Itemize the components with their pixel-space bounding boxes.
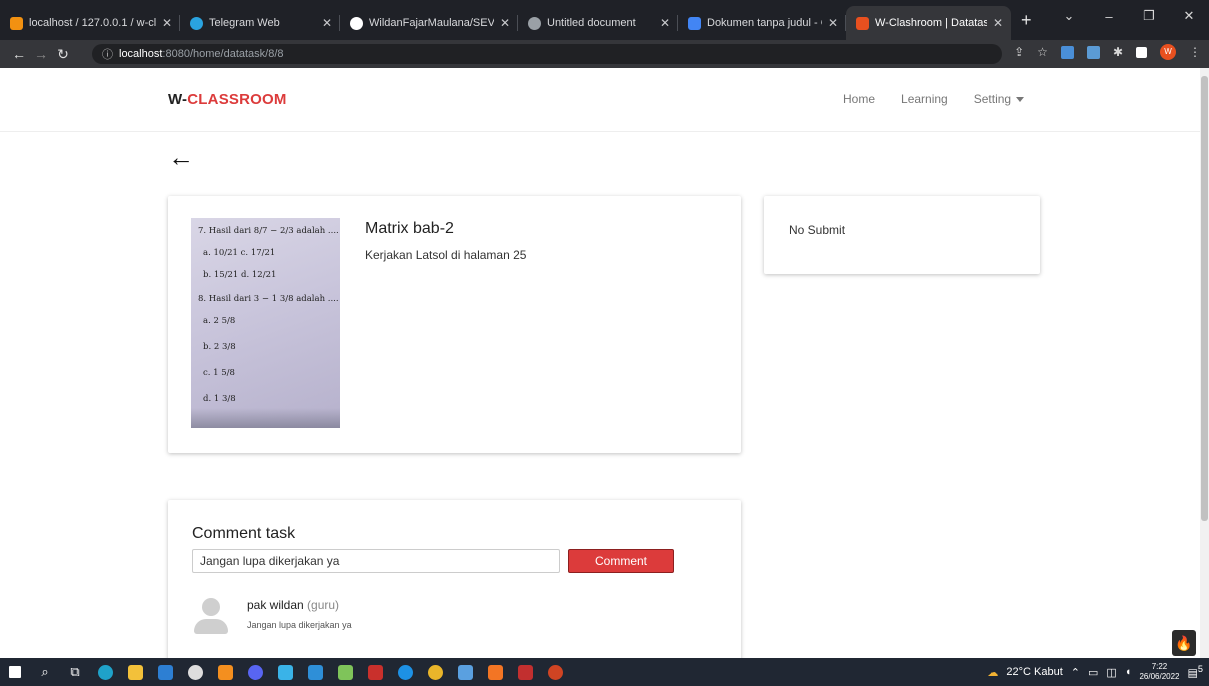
comment-section-title: Comment task [192,525,296,542]
chevron-up-icon[interactable]: ⌃ [1071,666,1080,679]
close-icon[interactable]: ✕ [828,16,838,30]
phpmyadmin-icon [10,16,23,30]
caret-down-icon [1016,97,1025,103]
forward-nav-icon[interactable]: → [30,46,52,62]
window-controls: ⌄ – ❐ ✕ [1049,0,1209,32]
browser-tabstrip: localhost / 127.0.0.1 / w-cla ✕ Telegram… [0,0,1209,40]
close-window-icon[interactable]: ✕ [1169,8,1209,24]
sublime-text-icon[interactable] [210,658,240,686]
tab-github[interactable]: WildanFajarMaulana/SEVIM ✕ [340,6,518,40]
google-docs-icon [688,16,701,30]
task-title: Matrix bab-2 [365,220,454,237]
telegram-icon [190,16,203,30]
file-explorer-icon[interactable] [120,658,150,686]
task-card: 7. Hasil dari 8/7 − 2/3 adalah .... a. 1… [168,196,741,453]
filezilla-icon[interactable] [360,658,390,686]
avatar [194,598,228,634]
submission-status: No Submit [789,223,846,237]
nav-link-learning[interactable]: Learning [901,92,948,106]
menu-icon[interactable]: ⋮ [1189,45,1201,59]
task-attachment-image[interactable]: 7. Hasil dari 8/7 − 2/3 adalah .... a. 1… [191,218,340,428]
close-icon[interactable]: ✕ [322,16,332,30]
flame-icon[interactable]: 🔥 [1172,630,1196,656]
close-icon[interactable]: ✕ [993,16,1003,30]
minimize-icon[interactable]: – [1089,9,1129,24]
image-shadow [191,408,340,428]
mail-icon[interactable] [150,658,180,686]
restore-icon[interactable]: ❐ [1129,8,1169,24]
tab-search-icon[interactable]: ⌄ [1049,8,1089,24]
discord-icon[interactable] [240,658,270,686]
w-clashroom-icon [856,16,869,30]
browser-toolbar: ← → ↻ ⓘ localhost:8080/home/datatask/8/8… [0,40,1209,68]
battery-icon[interactable]: ▭ [1088,666,1098,679]
new-tab-button[interactable]: + [1021,10,1032,31]
avatar-body [194,619,228,634]
chrome-icon[interactable] [420,658,450,686]
back-nav-icon[interactable]: ← [8,46,30,62]
tab-w-clashroom[interactable]: W-Clashroom | Datatask ✕ [846,6,1011,40]
notification-icon[interactable]: ▤5 [1188,664,1204,680]
share-icon[interactable]: ⇪ [1014,45,1024,59]
app-icon[interactable] [450,658,480,686]
system-tray: ☁ 22°C Kabut ⌃ ▭ ◫ ◖ 7:22 26/06/2022 ▤5 [987,658,1203,686]
clock[interactable]: 7:22 26/06/2022 [1139,662,1179,682]
app-icon[interactable] [330,658,360,686]
globe-icon [528,16,541,30]
tab-phpmyadmin[interactable]: localhost / 127.0.0.1 / w-cla ✕ [0,6,180,40]
comment-input[interactable] [192,549,560,573]
vscode-icon[interactable] [300,658,330,686]
info-icon[interactable]: ⓘ [102,46,113,62]
docker-icon[interactable] [390,658,420,686]
comment-card: Comment task Comment pak wildan (guru) J… [168,500,741,658]
address-bar[interactable]: ⓘ localhost:8080/home/datatask/8/8 [92,44,1002,64]
task-view-icon[interactable]: ⧉ [60,658,90,686]
windows-start-icon[interactable] [0,658,30,686]
search-icon[interactable]: ⌕ [30,658,60,686]
reload-icon[interactable]: ↻ [52,46,74,63]
bookmark-star-icon[interactable]: ☆ [1037,45,1048,59]
submission-card: No Submit [764,196,1040,274]
page: W-CLASSROOM Home Learning Setting ← 7. H… [0,68,1200,658]
side-panel-icon[interactable] [1136,46,1147,58]
extension-icon[interactable] [1086,45,1100,59]
app-icon[interactable] [510,658,540,686]
nav-link-home[interactable]: Home [843,92,875,106]
task-description: Kerjakan Latsol di halaman 25 [365,248,527,262]
scrollbar-thumb[interactable] [1201,76,1208,521]
nav-links: Home Learning Setting [843,92,1025,106]
toolbar-actions: ⇪ ☆ ✱ W ⋮ [1014,44,1201,60]
dell-icon[interactable] [180,658,210,686]
volume-icon[interactable]: ◖ [1125,666,1132,678]
powerpoint-icon[interactable] [540,658,570,686]
extension-icon[interactable] [1060,45,1074,59]
profile-avatar[interactable]: W [1160,44,1176,60]
close-icon[interactable]: ✕ [162,16,172,30]
weather-icon[interactable]: ☁ [987,666,998,679]
screen: localhost / 127.0.0.1 / w-cla ✕ Telegram… [0,0,1209,686]
site-navbar: W-CLASSROOM Home Learning Setting [0,68,1200,132]
close-icon[interactable]: ✕ [660,16,670,30]
tab-google-docs[interactable]: Dokumen tanpa judul - Go ✕ [678,6,846,40]
edge-icon[interactable] [90,658,120,686]
back-arrow-button[interactable]: ← [168,144,194,170]
close-icon[interactable]: ✕ [500,16,510,30]
page-scrollbar[interactable] [1200,68,1209,658]
comment-button[interactable]: Comment [568,549,674,573]
comment-text: Jangan lupa dikerjakan ya [247,620,352,630]
extensions-puzzle-icon[interactable]: ✱ [1113,45,1123,59]
tab-untitled-document[interactable]: Untitled document ✕ [518,6,678,40]
nav-dropdown-setting[interactable]: Setting [974,92,1025,106]
comment-author: pak wildan (guru) [247,598,340,612]
brand-logo[interactable]: W-CLASSROOM [168,91,287,108]
github-icon [350,16,363,30]
windows-taskbar: ⌕ ⧉ ☁ 22°C Kabut ⌃ ▭ ◫ ◖ 7:22 26/06/2022 [0,658,1209,686]
network-icon[interactable]: ◫ [1106,666,1116,679]
avatar-head [202,598,220,616]
xampp-icon[interactable] [480,658,510,686]
app-icon[interactable] [270,658,300,686]
tab-telegram[interactable]: Telegram Web ✕ [180,6,340,40]
weather-text[interactable]: 22°C Kabut [1006,666,1062,678]
